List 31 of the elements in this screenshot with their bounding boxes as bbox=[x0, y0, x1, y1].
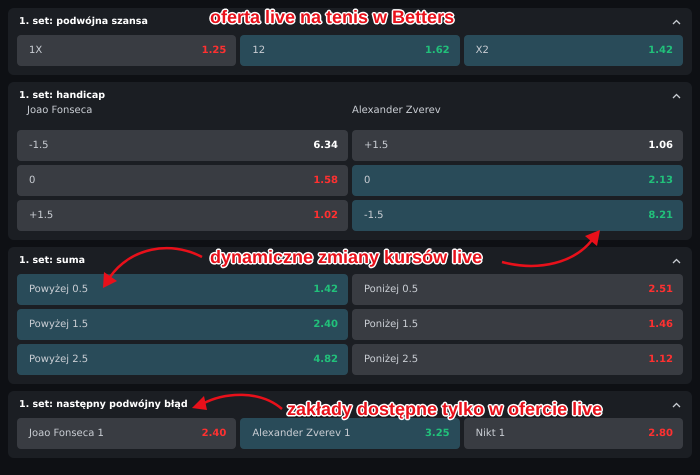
market-title: 1. set: handicap bbox=[19, 90, 106, 101]
market-title: 1. set: następny podwójny błąd bbox=[19, 399, 188, 410]
odds-button[interactable]: Powyżej 2.5 4.82 bbox=[17, 344, 348, 375]
odds-button[interactable]: Alexander Zverev 1 3.25 bbox=[240, 418, 460, 449]
odds-button[interactable]: 1X 1.25 bbox=[17, 35, 236, 66]
player-name: Alexander Zverev bbox=[352, 105, 442, 116]
odds-button[interactable]: Nikt 1 2.80 bbox=[464, 418, 683, 449]
annotation-text: oferta live na tenis w Betters bbox=[210, 7, 454, 28]
odds-button[interactable]: Poniżej 0.5 2.51 bbox=[352, 274, 683, 305]
odds-button[interactable]: 12 1.62 bbox=[240, 35, 460, 66]
odds-button[interactable]: Poniżej 1.5 1.46 bbox=[352, 309, 683, 340]
odds-button[interactable]: +1.5 1.02 bbox=[17, 200, 348, 231]
chevron-icon[interactable] bbox=[672, 402, 681, 408]
player-name: Joao Fonseca bbox=[27, 105, 94, 116]
odds-button[interactable]: +1.5 1.06 bbox=[352, 130, 683, 161]
odds-button[interactable]: Poniżej 2.5 1.12 bbox=[352, 344, 683, 375]
market-title: 1. set: suma bbox=[19, 255, 85, 266]
chevron-icon[interactable] bbox=[672, 92, 681, 98]
odds-button[interactable]: -1.5 6.34 bbox=[17, 130, 348, 161]
odds-button[interactable]: 0 1.58 bbox=[17, 165, 348, 196]
chevron-icon[interactable] bbox=[672, 258, 681, 264]
odds-button[interactable]: Powyżej 0.5 1.42 bbox=[17, 274, 348, 305]
chevron-icon[interactable] bbox=[672, 18, 681, 24]
odds-button[interactable]: Joao Fonseca 1 2.40 bbox=[17, 418, 236, 449]
market-title: 1. set: podwójna szansa bbox=[19, 16, 148, 27]
odds-button[interactable]: -1.5 8.21 bbox=[352, 200, 683, 231]
annotation-text: dynamiczne zmiany kursów live bbox=[210, 247, 482, 268]
odds-button[interactable]: X2 1.42 bbox=[464, 35, 683, 66]
odds-button[interactable]: Powyżej 1.5 2.40 bbox=[17, 309, 348, 340]
odds-button[interactable]: 0 2.13 bbox=[352, 165, 683, 196]
annotation-text: zakłady dostępne tylko w ofercie live bbox=[287, 399, 602, 420]
